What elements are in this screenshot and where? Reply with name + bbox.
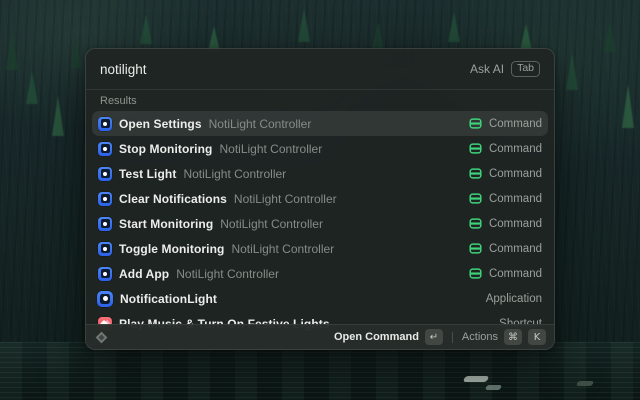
result-type-label: Command [489,193,542,205]
result-subtitle: NotiLight Controller [231,242,334,256]
result-type-label: Command [489,218,542,230]
result-title: Open Settings [119,117,202,131]
return-key-badge: ↵ [425,329,443,345]
launcher-window: Ask AI Tab Results Open Settings NotiLig… [85,48,555,350]
notilight-extension-icon [98,117,112,131]
result-row-notificationlight-app[interactable]: NotificationLight Application [92,286,548,311]
search-bar: Ask AI Tab [86,49,554,90]
result-type-label: Command [489,118,542,130]
tree-silhouette [140,14,152,44]
notificationlight-app-icon [97,291,113,307]
terminal-window-icon [469,167,482,180]
tree-silhouette [520,24,532,50]
result-title: Test Light [119,167,176,181]
notilight-extension-icon [98,217,112,231]
results-section-header: Results [86,90,554,111]
tree-silhouette [604,20,616,52]
action-bar: Open Command ↵ Actions ⌘ K [86,324,554,349]
tree-silhouette [52,96,64,136]
result-row-add-app[interactable]: Add App NotiLight Controller Command [92,261,548,286]
results-list: Results Open Settings NotiLight Controll… [86,90,554,349]
result-row-start-monitoring[interactable]: Start Monitoring NotiLight Controller Co… [92,211,548,236]
k-key-badge: K [528,329,546,345]
floating-log [576,381,594,386]
result-title: Toggle Monitoring [119,242,224,256]
terminal-window-icon [469,142,482,155]
result-row-toggle-monitoring[interactable]: Toggle Monitoring NotiLight Controller C… [92,236,548,261]
open-command-button[interactable]: Open Command ↵ [334,329,443,345]
actions-button[interactable]: Actions ⌘ K [462,329,546,345]
floating-log [463,376,490,382]
result-title: NotificationLight [120,292,217,306]
notilight-extension-icon [98,142,112,156]
result-row-test-light[interactable]: Test Light NotiLight Controller Command [92,161,548,186]
tree-silhouette [448,12,460,42]
terminal-window-icon [469,117,482,130]
result-subtitle: NotiLight Controller [209,117,312,131]
tree-silhouette [6,28,18,70]
notilight-extension-icon [98,242,112,256]
tree-silhouette [298,8,310,42]
result-row-clear-notifications[interactable]: Clear Notifications NotiLight Controller… [92,186,548,211]
result-row-open-settings[interactable]: Open Settings NotiLight Controller Comma… [92,111,548,136]
tree-silhouette [70,40,82,68]
tree-silhouette [26,70,38,104]
open-command-label: Open Command [334,331,419,343]
terminal-window-icon [469,217,482,230]
notilight-extension-icon [98,267,112,281]
result-subtitle: NotiLight Controller [176,267,279,281]
search-input[interactable] [100,62,470,77]
result-subtitle: NotiLight Controller [234,192,337,206]
result-type-label: Command [489,268,542,280]
result-subtitle: NotiLight Controller [183,167,286,181]
result-type-label: Command [489,143,542,155]
terminal-window-icon [469,242,482,255]
notilight-extension-icon [98,192,112,206]
lake-water [0,342,640,400]
result-type-label: Application [486,293,542,305]
actions-label: Actions [462,331,498,343]
ask-ai-label[interactable]: Ask AI [470,62,504,76]
tab-key-badge[interactable]: Tab [511,61,540,78]
footer-divider [452,332,453,343]
tree-silhouette [622,84,634,128]
result-title: Stop Monitoring [119,142,212,156]
terminal-window-icon [469,192,482,205]
result-subtitle: NotiLight Controller [220,217,323,231]
result-type-label: Command [489,243,542,255]
cmd-key-badge: ⌘ [504,329,522,345]
terminal-window-icon [469,267,482,280]
tree-silhouette [566,52,578,90]
tree-silhouette [372,22,384,48]
result-title: Start Monitoring [119,217,213,231]
raycast-diamond-icon [94,330,109,345]
result-title: Add App [119,267,169,281]
result-subtitle: NotiLight Controller [219,142,322,156]
floating-log [485,385,502,390]
result-type-label: Command [489,168,542,180]
result-row-stop-monitoring[interactable]: Stop Monitoring NotiLight Controller Com… [92,136,548,161]
notilight-extension-icon [98,167,112,181]
result-title: Clear Notifications [119,192,227,206]
